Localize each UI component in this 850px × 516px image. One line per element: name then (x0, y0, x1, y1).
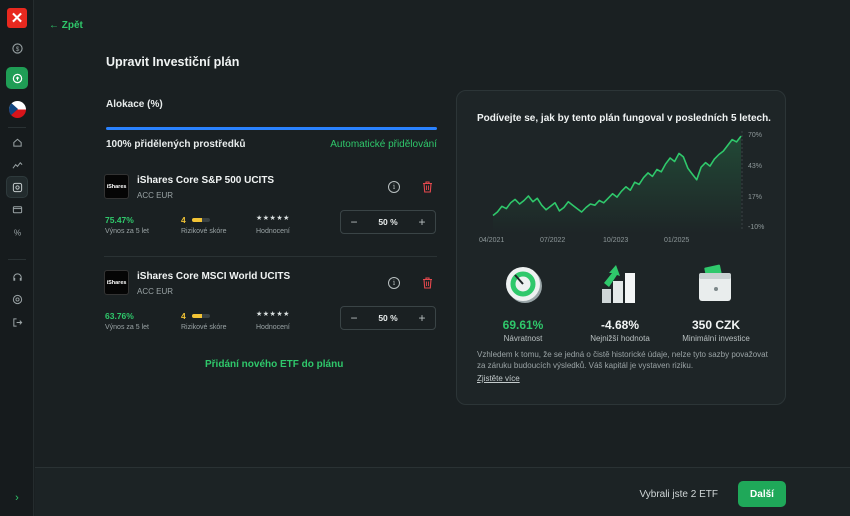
lowest-value-label: Nejnižší hodnota (590, 334, 650, 343)
etf-share-class: ACC EUR (137, 287, 174, 296)
disclaimer-text: Vzhledem k tomu, že se jedná o čistě his… (477, 350, 768, 370)
svg-text:%: % (13, 228, 21, 237)
rating-stars: ★★★★★ (256, 311, 290, 318)
etf-name: iShares Core MSCI World UCITS (137, 271, 291, 282)
headset-icon[interactable] (6, 266, 28, 288)
back-label: Zpět (61, 20, 83, 31)
add-etf-button[interactable]: Přidání nového ETF do plánu (205, 359, 343, 370)
return-value: 63.76% (105, 311, 134, 321)
x-tick-label: 01/2025 (664, 237, 690, 244)
allocation-progress-bar (106, 127, 437, 130)
selection-count: Vybrali jste 2 ETF (639, 489, 718, 500)
trash-icon[interactable] (422, 277, 433, 289)
risk-bar-fill (192, 314, 203, 318)
y-tick-label: 17% (748, 194, 763, 201)
next-button[interactable]: Další (738, 481, 786, 507)
return-metric-label: Návratnost (503, 334, 543, 343)
rating-label: Hodnocení (256, 324, 290, 331)
risk-value: 4 (181, 311, 186, 321)
etf-card: iShares iShares Core MSCI World UCITS AC… (104, 270, 437, 354)
svg-text:$: $ (15, 45, 19, 52)
page-title: Upravit Investiční plán (106, 55, 240, 69)
wallet-icon (699, 264, 731, 301)
settings-icon[interactable] (6, 288, 28, 310)
auto-allocation-link[interactable]: Automatické přidělování (330, 139, 437, 150)
etf-card: iShares iShares Core S&P 500 UCITS ACC E… (104, 174, 437, 258)
return-ring-icon (506, 267, 542, 303)
learn-more-link[interactable]: Zjistěte více (477, 374, 520, 383)
chart-area-fill (493, 136, 741, 233)
x-tick-label: 10/2023 (603, 237, 629, 244)
czech-flag-icon[interactable] (9, 101, 26, 118)
logout-icon[interactable] (6, 311, 28, 333)
percent-icon[interactable]: % (6, 221, 28, 243)
card-icon[interactable] (6, 198, 28, 220)
risk-bar-fill (192, 218, 203, 222)
min-investment-label: Minimální investice (682, 334, 750, 343)
etf-name: iShares Core S&P 500 UCITS (137, 175, 275, 186)
return-label: Výnos za 5 let (105, 324, 149, 331)
y-tick-label: 43% (748, 163, 763, 170)
allocation-label: Alokace (%) (106, 99, 163, 110)
info-icon[interactable]: i (388, 277, 400, 289)
market-chart-icon[interactable] (6, 154, 28, 176)
performance-chart (492, 131, 743, 233)
etf-divider (104, 256, 437, 257)
home-icon[interactable] (6, 131, 28, 153)
dollar-icon[interactable]: $ (6, 37, 28, 59)
portfolio-icon[interactable] (6, 176, 28, 198)
risk-label: Rizikové skóre (181, 228, 227, 235)
risk-bar (192, 314, 210, 318)
xtb-logo[interactable]: ✕ (7, 8, 27, 28)
invest-plan-icon[interactable] (6, 67, 28, 89)
return-metric-value: 69.61% (502, 318, 544, 332)
return-value: 75.47% (105, 215, 134, 225)
x-tick-label: 04/2021 (479, 237, 505, 244)
allocation-stepper: − 50 % + (340, 306, 436, 330)
etf-share-class: ACC EUR (137, 191, 174, 200)
trash-icon[interactable] (422, 181, 433, 193)
ishares-logo: iShares (104, 174, 129, 199)
risk-bar (192, 218, 210, 222)
risk-value: 4 (181, 215, 186, 225)
return-label: Výnos za 5 let (105, 228, 149, 235)
increment-button[interactable]: + (415, 215, 429, 229)
allocation-stepper: − 50 % + (340, 210, 436, 234)
increment-button[interactable]: + (415, 311, 429, 325)
rating-label: Hodnocení (256, 228, 290, 235)
sidebar-divider (8, 127, 26, 128)
allocation-status: 100% přidělených prostředků (106, 139, 246, 150)
footer-bar: Vybrali jste 2 ETF Další (35, 467, 850, 516)
risk-label: Rizikové skóre (181, 324, 227, 331)
min-investment-value: 350 CZK (691, 318, 741, 332)
sidebar-divider (8, 259, 26, 260)
performance-panel: Podívejte se, jak by tento plán fungoval… (456, 90, 786, 405)
y-tick-label: -10% (748, 224, 765, 231)
rating-stars: ★★★★★ (256, 215, 290, 222)
bar-arrow-icon (602, 265, 635, 303)
back-link[interactable]: ← Zpět (49, 20, 83, 31)
y-tick-label: 70% (748, 132, 763, 139)
sidebar: ✕ $ % › (0, 0, 34, 516)
lowest-value-metric: -4.68% (600, 318, 640, 332)
info-icon[interactable]: i (388, 181, 400, 193)
ishares-logo: iShares (104, 270, 129, 295)
x-tick-label: 07/2022 (540, 237, 566, 244)
expand-sidebar-icon[interactable]: › (6, 487, 28, 509)
